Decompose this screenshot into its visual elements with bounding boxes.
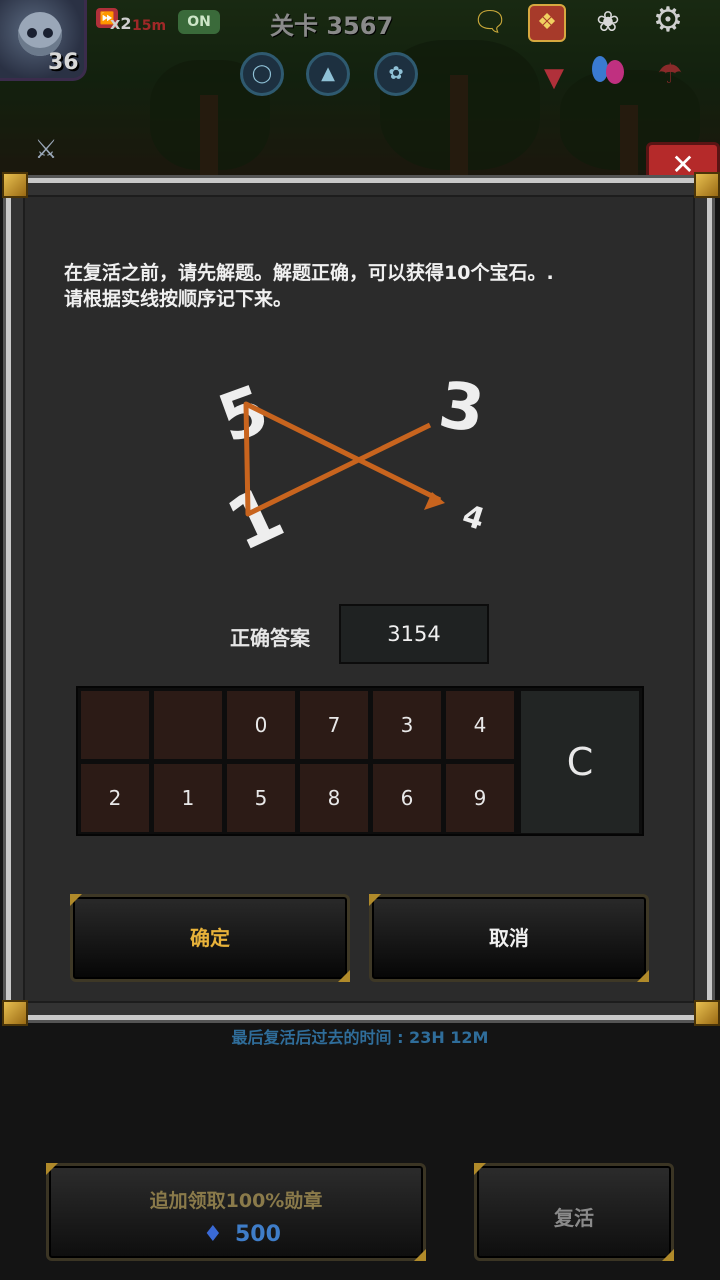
corner-ornament	[662, 1249, 674, 1261]
skill-icon-3[interactable]: ✿	[374, 52, 418, 96]
clear-key[interactable]: C	[521, 691, 639, 833]
umbrella-icon[interactable]: ☂	[650, 54, 690, 94]
keypad-key[interactable]: 8	[300, 764, 368, 832]
speed-multiplier: x2	[110, 14, 132, 33]
cancel-label: 取消	[489, 926, 529, 950]
answer-label: 正确答案	[230, 626, 310, 650]
auto-toggle[interactable]: ON	[178, 10, 220, 34]
corner-ornament	[70, 894, 82, 906]
revive-label: 复活	[554, 1206, 594, 1230]
keypad-key[interactable]: 6	[373, 764, 441, 832]
corner-ornament	[369, 894, 381, 906]
revive-button[interactable]: 复活	[474, 1163, 674, 1261]
corner-ornament	[46, 1163, 58, 1175]
keypad-key[interactable]: 4	[446, 691, 514, 759]
corner-ornament	[414, 1249, 426, 1261]
keypad-key[interactable]	[81, 691, 149, 759]
sword-icon: ⚔	[34, 135, 58, 165]
stage-title: 关卡 3567	[270, 12, 394, 40]
cancel-button[interactable]: 取消	[369, 894, 649, 982]
quest-icon[interactable]: ❖	[528, 4, 566, 42]
keypad-key[interactable]: 7	[300, 691, 368, 759]
keypad-key[interactable]: 3	[373, 691, 441, 759]
keypad-key[interactable]	[154, 691, 222, 759]
puzzle-digit-1: 1	[215, 470, 296, 560]
confirm-label: 确定	[190, 926, 230, 950]
puzzle-digit-4: 4	[458, 498, 489, 538]
corner-rivet	[2, 1000, 28, 1026]
corner-rivet	[694, 172, 720, 198]
gem-icon: ♦	[203, 1222, 223, 1247]
instruction-line-2: 请根据实线按顺序记下来。	[64, 288, 293, 310]
keypad-key[interactable]: 2	[81, 764, 149, 832]
player-level: 36	[48, 50, 79, 75]
corner-ornament	[637, 970, 649, 982]
corner-rivet	[2, 172, 28, 198]
revive-timer: 最后复活后过去的时间 : 23H 12M	[231, 1028, 489, 1047]
instruction-text: 在复活之前，请先解题。解题正确，可以获得10个宝石。. 请根据实线按顺序记下来。	[64, 260, 684, 312]
gem-count: 500	[235, 1222, 281, 1247]
puzzle-path-line	[243, 401, 442, 517]
keypad-key[interactable]: 0	[227, 691, 295, 759]
pet-icon[interactable]	[592, 50, 624, 88]
keypad-key[interactable]: 9	[446, 764, 514, 832]
skill-icon-1[interactable]: ◯	[240, 52, 284, 96]
bonus-medal-button[interactable]: 追加领取100%勋章 ♦ 500	[46, 1163, 426, 1261]
corner-ornament	[338, 970, 350, 982]
number-keypad: 0 7 3 4 2 1 5 8 6 9 C	[76, 686, 644, 836]
angel-icon[interactable]: ❀	[588, 2, 628, 42]
corner-ornament	[474, 1163, 486, 1175]
chat-icon[interactable]: 🗨	[470, 2, 510, 42]
arrow-down-icon[interactable]: ▼	[534, 58, 574, 98]
gear-icon[interactable]: ⚙	[648, 0, 688, 40]
keypad-key[interactable]: 1	[154, 764, 222, 832]
puzzle-digit-3: 3	[434, 368, 488, 447]
puzzle-image: 5 3 1 4	[209, 368, 489, 560]
keypad-key[interactable]: 5	[227, 764, 295, 832]
answer-input[interactable]: 3154	[339, 604, 489, 664]
confirm-button[interactable]: 确定	[70, 894, 350, 982]
skill-icon-2[interactable]: ▲	[306, 52, 350, 96]
bonus-label: 追加领取100%勋章	[149, 1190, 323, 1212]
instruction-line-1: 在复活之前，请先解题。解题正确，可以获得10个宝石。.	[64, 262, 554, 284]
corner-rivet	[694, 1000, 720, 1026]
speed-duration: 15m	[132, 18, 167, 34]
